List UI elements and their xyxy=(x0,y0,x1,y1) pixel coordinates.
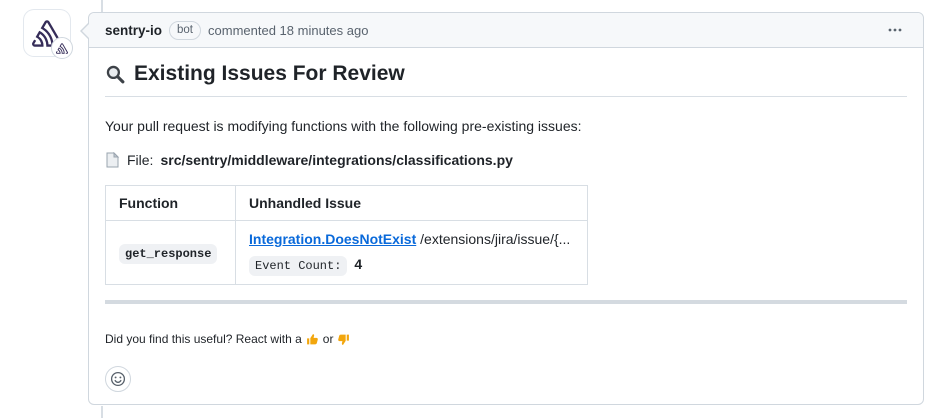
heading-text: Existing Issues For Review xyxy=(134,61,405,87)
function-name-code: get_response xyxy=(119,244,217,264)
comment-body: Existing Issues For Review Your pull req… xyxy=(89,48,923,392)
sentry-bot-avatar[interactable] xyxy=(24,10,70,56)
table-row: get_response Integration.DoesNotExist /e… xyxy=(106,221,588,285)
feedback-text: Did you find this useful? React with a xyxy=(105,332,302,347)
kebab-menu-button[interactable] xyxy=(883,20,907,40)
issue-path: /extensions/jira/issue/{... xyxy=(420,231,570,247)
issue-link[interactable]: Integration.DoesNotExist xyxy=(249,231,416,247)
heading: Existing Issues For Review xyxy=(105,61,907,97)
smiley-icon xyxy=(110,371,126,387)
file-line: File: src/sentry/middleware/integrations… xyxy=(105,151,907,169)
file-icon xyxy=(105,152,120,168)
comment-timestamp[interactable]: commented 18 minutes ago xyxy=(208,23,368,38)
file-label: File: xyxy=(127,151,153,169)
thumbs-down-icon xyxy=(337,333,350,346)
column-header-function: Function xyxy=(106,186,236,221)
feedback-note: Did you find this useful? React with a o… xyxy=(105,332,907,347)
intro-text: Your pull request is modifying functions… xyxy=(105,117,907,135)
issue-cell: Integration.DoesNotExist /extensions/jir… xyxy=(236,221,588,285)
comment-card: sentry-io bot commented 18 minutes ago E… xyxy=(88,12,924,405)
sentry-logo-badge xyxy=(51,37,73,59)
function-cell: get_response xyxy=(106,221,236,285)
table-header-row: Function Unhandled Issue xyxy=(106,186,588,221)
comment-header: sentry-io bot commented 18 minutes ago xyxy=(89,13,923,48)
file-path: src/sentry/middleware/integrations/class… xyxy=(160,151,512,169)
author-link[interactable]: sentry-io xyxy=(105,23,162,38)
feedback-text: or xyxy=(323,332,334,347)
kebab-icon xyxy=(887,22,903,38)
timeline-thread-line xyxy=(101,406,103,418)
magnifying-glass-icon xyxy=(105,64,126,85)
event-count-value: 4 xyxy=(354,256,362,272)
issue-line: Integration.DoesNotExist /extensions/jir… xyxy=(249,230,574,248)
sentry-logo-icon xyxy=(56,43,68,54)
divider xyxy=(105,300,907,304)
add-reaction-button[interactable] xyxy=(105,366,131,392)
event-count-line: Event Count: 4 xyxy=(249,255,574,275)
bot-badge: bot xyxy=(169,21,201,40)
issues-table: Function Unhandled Issue get_response In… xyxy=(105,185,588,285)
column-header-unhandled-issue: Unhandled Issue xyxy=(236,186,588,221)
event-count-label: Event Count: xyxy=(249,256,347,276)
thumbs-up-icon xyxy=(306,333,319,346)
